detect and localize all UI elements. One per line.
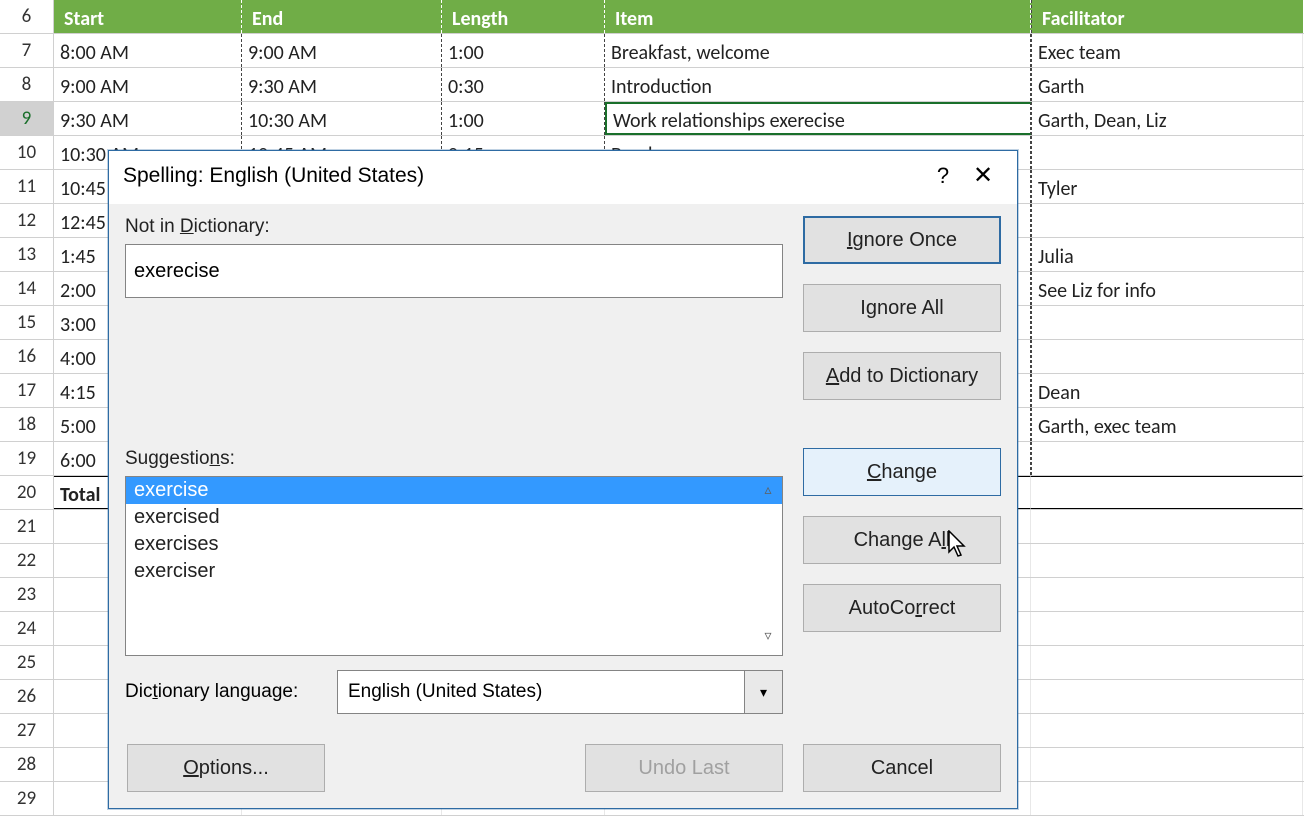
cell-fac[interactable]: [1031, 204, 1303, 237]
suggestion-item[interactable]: exercise: [126, 477, 782, 504]
not-in-dictionary-input[interactable]: [125, 244, 783, 298]
change-button[interactable]: Change: [803, 448, 1001, 496]
cell-fac[interactable]: Facilitator: [1031, 0, 1303, 33]
suggestion-item[interactable]: exercises: [126, 531, 782, 558]
cell-item[interactable]: Breakfast, welcome: [605, 34, 1031, 67]
row-number[interactable]: 20: [0, 476, 54, 509]
autocorrect-button[interactable]: AutoCorrect: [803, 584, 1001, 632]
row-number[interactable]: 11: [0, 170, 54, 203]
row-number[interactable]: 14: [0, 272, 54, 305]
row-number[interactable]: 15: [0, 306, 54, 339]
dialog-titlebar[interactable]: Spelling: English (United States) ? ✕: [109, 151, 1017, 204]
scroll-up-icon[interactable]: ▵: [756, 481, 780, 505]
cell-fac[interactable]: [1031, 748, 1303, 781]
cell-end[interactable]: 9:30 AM: [242, 68, 442, 101]
dictionary-language-value: English (United States): [348, 681, 542, 703]
scroll-down-icon[interactable]: ▿: [756, 627, 780, 651]
cell-fac[interactable]: Garth, Dean, Liz: [1031, 102, 1303, 135]
cell-end[interactable]: End: [242, 0, 442, 33]
row-number[interactable]: 21: [0, 510, 54, 543]
row-number[interactable]: 28: [0, 748, 54, 781]
row-number[interactable]: 8: [0, 68, 54, 101]
row-number[interactable]: 27: [0, 714, 54, 747]
row-number[interactable]: 23: [0, 578, 54, 611]
cell-fac[interactable]: [1031, 340, 1303, 373]
row-9[interactable]: 99:30 AM10:30 AM1:00Work relationships e…: [0, 102, 1304, 136]
row-number[interactable]: 9: [0, 102, 54, 135]
cell-fac[interactable]: [1031, 782, 1303, 815]
row-number[interactable]: 12: [0, 204, 54, 237]
row-number[interactable]: 19: [0, 442, 54, 475]
cell-end[interactable]: 10:30 AM: [242, 102, 442, 135]
cell-len[interactable]: 0:30: [442, 68, 605, 101]
cell-fac[interactable]: [1031, 612, 1303, 645]
options-button[interactable]: Options...: [127, 744, 325, 792]
chevron-down-icon[interactable]: ▾: [744, 671, 782, 713]
row-number[interactable]: 16: [0, 340, 54, 373]
cell-len[interactable]: Length: [442, 0, 605, 33]
row-number[interactable]: 6: [0, 0, 54, 33]
cell-fac[interactable]: [1031, 646, 1303, 679]
row-number[interactable]: 29: [0, 782, 54, 815]
add-to-dictionary-button[interactable]: Add to Dictionary: [803, 352, 1001, 400]
cell-fac[interactable]: Garth, exec team: [1031, 408, 1303, 441]
row-number[interactable]: 10: [0, 136, 54, 169]
cancel-button[interactable]: Cancel: [803, 744, 1001, 792]
dictionary-language-combo[interactable]: English (United States) ▾: [337, 670, 783, 714]
row-6[interactable]: 6StartEndLengthItemFacilitator: [0, 0, 1304, 34]
cell-fac[interactable]: See Liz for info: [1031, 272, 1303, 305]
row-number[interactable]: 13: [0, 238, 54, 271]
cell-start[interactable]: 9:00 AM: [54, 68, 242, 101]
ignore-all-button[interactable]: Ignore All: [803, 284, 1001, 332]
cell-end[interactable]: 9:00 AM: [242, 34, 442, 67]
row-number[interactable]: 7: [0, 34, 54, 67]
dialog-title-text: Spelling: English (United States): [123, 164, 424, 188]
cell-fac[interactable]: [1031, 578, 1303, 611]
cell-fac[interactable]: Exec team: [1031, 34, 1303, 67]
cell-fac[interactable]: [1031, 306, 1303, 339]
cell-start[interactable]: 9:30 AM: [54, 102, 242, 135]
suggestion-item[interactable]: exercised: [126, 504, 782, 531]
cell-fac[interactable]: [1031, 714, 1303, 747]
row-number[interactable]: 22: [0, 544, 54, 577]
row-number[interactable]: 26: [0, 680, 54, 713]
row-number[interactable]: 25: [0, 646, 54, 679]
suggestion-item[interactable]: exerciser: [126, 558, 782, 585]
close-icon[interactable]: ✕: [963, 161, 1003, 190]
cell-item[interactable]: Introduction: [605, 68, 1031, 101]
cell-start[interactable]: Start: [54, 0, 242, 33]
cell-item[interactable]: Item: [605, 0, 1031, 33]
suggestions-label: Suggestions:: [125, 448, 783, 470]
cell-fac[interactable]: Garth: [1031, 68, 1303, 101]
cell-fac[interactable]: [1031, 476, 1303, 509]
spelling-dialog: Spelling: English (United States) ? ✕ No…: [108, 150, 1018, 809]
cell-len[interactable]: 1:00: [442, 102, 605, 135]
undo-last-button: Undo Last: [585, 744, 783, 792]
row-number[interactable]: 18: [0, 408, 54, 441]
cell-fac[interactable]: [1031, 680, 1303, 713]
cell-fac[interactable]: Tyler: [1031, 170, 1303, 203]
dictionary-language-label: Dictionary language:: [125, 681, 337, 703]
cell-fac[interactable]: [1031, 544, 1303, 577]
not-in-dictionary-label: Not in Dictionary:: [125, 216, 783, 238]
cell-item[interactable]: Work relationships exerecise: [605, 102, 1031, 135]
suggestions-listbox[interactable]: ▵ ▿ exerciseexercisedexercisesexerciser: [125, 476, 783, 656]
cell-fac[interactable]: Dean: [1031, 374, 1303, 407]
row-8[interactable]: 89:00 AM9:30 AM0:30IntroductionGarth: [0, 68, 1304, 102]
cell-len[interactable]: 1:00: [442, 34, 605, 67]
row-number[interactable]: 17: [0, 374, 54, 407]
row-number[interactable]: 24: [0, 612, 54, 645]
cell-fac[interactable]: [1031, 442, 1303, 475]
cell-fac[interactable]: Julia: [1031, 238, 1303, 271]
cell-fac[interactable]: [1031, 136, 1303, 169]
change-all-button[interactable]: Change All: [803, 516, 1001, 564]
cell-fac[interactable]: [1031, 510, 1303, 543]
ignore-once-button[interactable]: Ignore Once: [803, 216, 1001, 264]
cell-start[interactable]: 8:00 AM: [54, 34, 242, 67]
row-7[interactable]: 78:00 AM9:00 AM1:00Breakfast, welcomeExe…: [0, 34, 1304, 68]
help-icon[interactable]: ?: [923, 163, 963, 189]
